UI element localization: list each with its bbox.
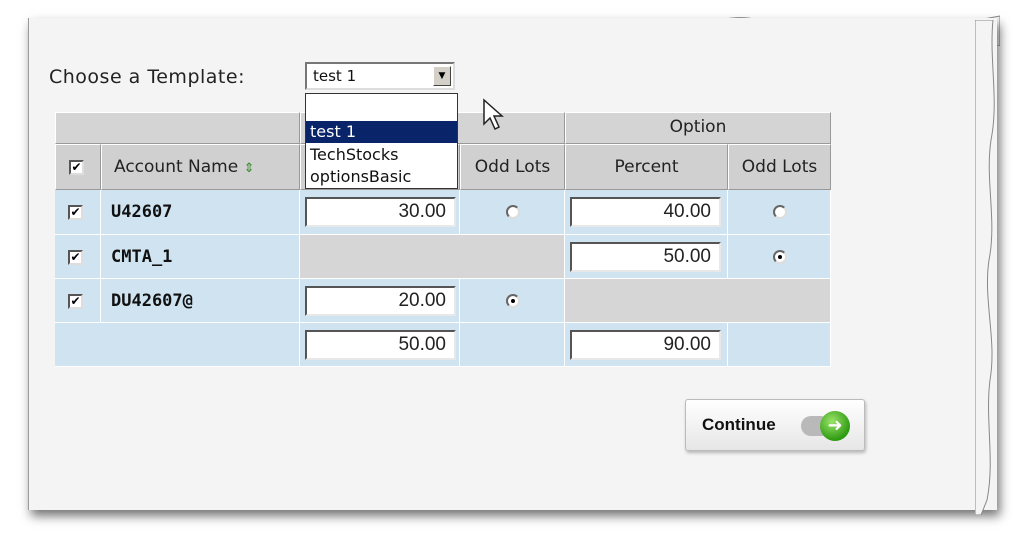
option-percent-cell: 50.00	[565, 235, 728, 279]
chevron-down-icon[interactable]: ▼	[433, 66, 451, 86]
stock-percent-cell: 30.00	[300, 190, 460, 235]
mouse-cursor-icon	[483, 98, 504, 131]
row-checkbox[interactable]: ✔	[68, 205, 83, 220]
option-odd-lots-radio[interactable]	[773, 250, 787, 264]
option-percent-input[interactable]: 40.00	[570, 197, 721, 227]
option-odd-lots-cell	[728, 235, 831, 279]
account-name-label: Account Name	[114, 157, 239, 177]
option-odd-lots-cell	[728, 190, 831, 235]
account-name: DU42607@	[101, 279, 300, 323]
stock-odd-lots-radio[interactable]	[506, 294, 520, 308]
group-header-accounts	[55, 112, 300, 144]
stock-odd-lots-cell	[460, 279, 565, 323]
select-all-checkbox[interactable]: ✔	[69, 160, 84, 175]
sort-icon[interactable]: ⇕	[244, 161, 255, 176]
table-row: ✔	[55, 235, 101, 279]
row-checkbox[interactable]: ✔	[68, 294, 83, 309]
template-option-optionsbasic[interactable]: optionsBasic	[306, 166, 457, 188]
option-total-cell: 90.00	[565, 323, 728, 367]
option-percent-cell: 40.00	[565, 190, 728, 235]
template-option-test-1[interactable]: test 1	[306, 121, 457, 143]
template-option-blank[interactable]	[306, 94, 457, 116]
table-row: ✔	[55, 279, 101, 323]
template-dropdown-list: test 1 TechStocks optionsBasic	[305, 93, 458, 189]
row-checkbox[interactable]: ✔	[68, 250, 83, 265]
stock-total-cell: 50.00	[300, 323, 460, 367]
option-disabled-cell	[565, 279, 831, 323]
continue-label: Continue	[702, 415, 776, 434]
totals-spacer	[728, 323, 831, 367]
template-option-techstocks[interactable]: TechStocks	[306, 144, 457, 166]
torn-edge-right	[975, 20, 995, 515]
stock-percent-input[interactable]: 30.00	[305, 197, 456, 227]
stock-percent-input[interactable]: 20.00	[305, 286, 456, 316]
header-account-name[interactable]: Account Name ⇕	[101, 144, 300, 190]
template-select-value: test 1	[313, 67, 357, 85]
template-label: Choose a Template:	[49, 66, 245, 88]
account-name: CMTA_1	[101, 235, 300, 279]
totals-spacer	[460, 323, 565, 367]
arrow-right-icon: ➜	[820, 411, 850, 441]
stock-odd-lots-cell	[460, 190, 565, 235]
stock-total-field: 50.00	[305, 330, 456, 360]
template-select[interactable]: test 1 ▼	[305, 62, 455, 90]
group-header-option: Option	[565, 112, 831, 144]
totals-row-label-cell	[55, 323, 300, 367]
header-odd-lots-stock: Odd Lots	[460, 144, 565, 190]
option-percent-input[interactable]: 50.00	[570, 242, 721, 272]
header-select-all-cell: ✔	[55, 144, 101, 190]
option-odd-lots-radio[interactable]	[773, 205, 787, 219]
continue-button[interactable]: Continue ➜	[685, 399, 865, 451]
option-total-field: 90.00	[570, 330, 721, 360]
table-row: ✔	[55, 190, 101, 235]
header-percent-option: Percent	[565, 144, 728, 190]
stock-disabled-cell	[300, 235, 565, 279]
account-name: U42607	[101, 190, 300, 235]
stock-odd-lots-radio[interactable]	[506, 205, 520, 219]
stock-percent-cell: 20.00	[300, 279, 460, 323]
header-odd-lots-option: Odd Lots	[728, 144, 831, 190]
